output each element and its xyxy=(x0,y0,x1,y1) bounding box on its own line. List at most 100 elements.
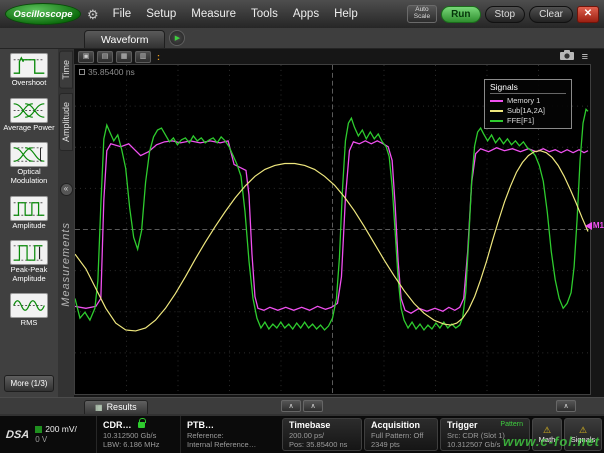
layout-quad-icon[interactable]: ▦ xyxy=(116,51,132,63)
signals-button[interactable]: ⚠ Signals xyxy=(564,418,602,451)
menu-measure[interactable]: Measure xyxy=(191,8,236,20)
timebase-position: Pos: 35.85400 ns xyxy=(289,440,355,449)
marker-arrow-icon xyxy=(585,222,592,230)
marker-m1-label: M1 xyxy=(593,221,604,230)
layout-split-icon[interactable]: ▤ xyxy=(97,51,113,63)
channel-scale-value: 200 mV/ xyxy=(45,424,77,435)
math-button-label: Math xyxy=(539,435,556,444)
toolbar-indicator-dots: : xyxy=(157,52,160,62)
stop-button[interactable]: Stop xyxy=(485,6,526,23)
ffe-trace xyxy=(75,109,588,330)
ptb-status-panel[interactable]: PTB… Reference: Internal Reference… xyxy=(180,416,270,453)
timebase-panel[interactable]: Timebase 200.00 ps/ Pos: 35.85400 ns xyxy=(282,418,362,451)
measurement-rms[interactable]: RMS xyxy=(10,293,48,328)
measurement-overshoot[interactable]: Overshoot xyxy=(10,53,48,88)
gear-icon[interactable]: ⚙ xyxy=(87,8,99,21)
ptb-title: PTB… xyxy=(187,420,264,431)
plot-toolbar: ▣ ▤ ▦ ▥ : ≡ xyxy=(74,49,604,64)
dsa-logo: DSA xyxy=(5,429,29,441)
results-table-icon: ▦ xyxy=(95,403,103,412)
collapse-sidebar-button[interactable]: « xyxy=(60,183,73,196)
memory1-swatch xyxy=(490,100,503,102)
legend-entry-ffe: FFE[F1] xyxy=(490,116,566,125)
more-measurements-button[interactable]: More (1/3) xyxy=(4,375,54,392)
menu-help[interactable]: Help xyxy=(334,8,358,20)
timebase-position-readout: 35.85400 ns xyxy=(79,67,135,77)
measurement-label: Peak-Peak Amplitude xyxy=(1,266,57,283)
tab-waveform[interactable]: Waveform xyxy=(84,30,165,48)
layout-single-icon[interactable]: ▣ xyxy=(78,51,94,63)
play-icon[interactable]: ▶ xyxy=(169,30,185,46)
tab-results[interactable]: ▦ Results xyxy=(84,400,148,414)
clear-button[interactable]: Clear xyxy=(529,6,573,23)
cdr-rate: 10.312500 Gb/s xyxy=(103,431,174,440)
channel-offset-value: 0 V xyxy=(35,435,77,445)
menu-file[interactable]: File xyxy=(113,8,132,20)
measurement-label: Optical Modulation xyxy=(1,168,57,185)
measurement-label: Average Power xyxy=(3,124,54,133)
trigger-panel[interactable]: Trigger Pattern Src: CDR (Slot 1) 10.312… xyxy=(440,418,530,451)
measurement-list: Overshoot Average Power xyxy=(0,49,58,397)
measurement-peak-peak-amplitude[interactable]: Peak-Peak Amplitude xyxy=(1,240,57,283)
timebase-title: Timebase xyxy=(289,420,355,431)
menu-tools[interactable]: Tools xyxy=(251,8,278,20)
sub-trace xyxy=(75,151,588,331)
memory1-trace xyxy=(75,141,588,313)
channel-color-icon xyxy=(35,426,42,433)
cdr-status-panel[interactable]: CDR… 10.312500 Gb/s LBW: 6.186 MHz xyxy=(96,416,180,453)
lock-icon xyxy=(138,422,145,428)
expand-results-icon-2[interactable]: ∧ xyxy=(303,400,323,412)
results-bar: ▦ Results ∧ ∧ ∧ xyxy=(0,397,604,414)
ffe-swatch xyxy=(490,120,503,122)
sidebar-tab-time[interactable]: Time xyxy=(59,51,73,89)
channel-scale: 200 mV/ xyxy=(35,424,77,435)
auto-scale-button[interactable]: Auto Scale xyxy=(407,5,437,23)
acquisition-panel[interactable]: Acquisition Full Pattern: Off 2349 pts xyxy=(364,418,438,451)
math-button[interactable]: ⚠ Math xyxy=(532,418,562,451)
sub-swatch xyxy=(490,110,503,112)
measurements-sidebar: Overshoot Average Power xyxy=(0,49,74,397)
readout-value: 35.85400 ns xyxy=(88,67,135,77)
main-content: Overshoot Average Power xyxy=(0,49,604,397)
signals-button-label: Signals xyxy=(571,435,596,444)
menu-setup[interactable]: Setup xyxy=(146,8,176,20)
measurement-average-power[interactable]: Average Power xyxy=(3,98,54,133)
peak-peak-amplitude-icon xyxy=(10,240,48,265)
sidebar-tab-amplitude[interactable]: Amplitude xyxy=(59,93,73,151)
measurement-amplitude[interactable]: Amplitude xyxy=(10,196,48,231)
menu-apps[interactable]: Apps xyxy=(293,8,319,20)
acquisition-title: Acquisition xyxy=(371,420,431,431)
trigger-rate: 10.312507 Gb/s xyxy=(447,440,523,449)
statusbar-spacer xyxy=(270,416,281,453)
warning-icon: ⚠ xyxy=(543,426,551,435)
menu-icon[interactable]: ≡ xyxy=(582,52,588,63)
run-button[interactable]: Run xyxy=(441,6,480,23)
measurement-label: RMS xyxy=(21,319,38,328)
waveform-plot[interactable]: 35.85400 ns Signals Memory 1 Sub[1A,2A] … xyxy=(74,64,591,395)
overshoot-icon xyxy=(10,53,48,78)
top-menu-bar: Oscilloscope ⚙ File Setup Measure Tools … xyxy=(0,0,604,28)
measurement-optical-modulation[interactable]: Optical Modulation xyxy=(1,142,57,185)
optical-modulation-icon xyxy=(10,142,48,167)
marker-m1[interactable]: M1 xyxy=(585,221,604,230)
signals-legend[interactable]: Signals Memory 1 Sub[1A,2A] FFE[F1] xyxy=(484,79,572,129)
sidebar-tab-strip: Time Amplitude « Measurements xyxy=(58,49,74,397)
measurement-label: Overshoot xyxy=(12,79,47,88)
channel-readout: 200 mV/ 0 V xyxy=(35,424,77,445)
trigger-title: Trigger xyxy=(447,420,478,431)
legend-label: FFE[F1] xyxy=(507,116,534,125)
rms-icon xyxy=(10,293,48,318)
channel-status-panel[interactable]: DSA 200 mV/ 0 V xyxy=(0,416,96,453)
legend-label: Memory 1 xyxy=(507,96,540,105)
acquisition-line2: 2349 pts xyxy=(371,440,431,449)
expand-results-icon[interactable]: ∧ xyxy=(281,400,301,412)
legend-label: Sub[1A,2A] xyxy=(507,106,545,115)
layout-stack-icon[interactable]: ▥ xyxy=(135,51,151,63)
average-power-icon xyxy=(10,98,48,123)
measurement-label: Amplitude xyxy=(12,222,45,231)
expand-right-panel-icon[interactable]: ∧ xyxy=(556,400,576,412)
legend-title: Signals xyxy=(490,82,566,94)
close-button[interactable]: ✕ xyxy=(577,6,599,23)
warning-icon: ⚠ xyxy=(579,426,587,435)
ptb-line2: Internal Reference… xyxy=(187,440,264,449)
